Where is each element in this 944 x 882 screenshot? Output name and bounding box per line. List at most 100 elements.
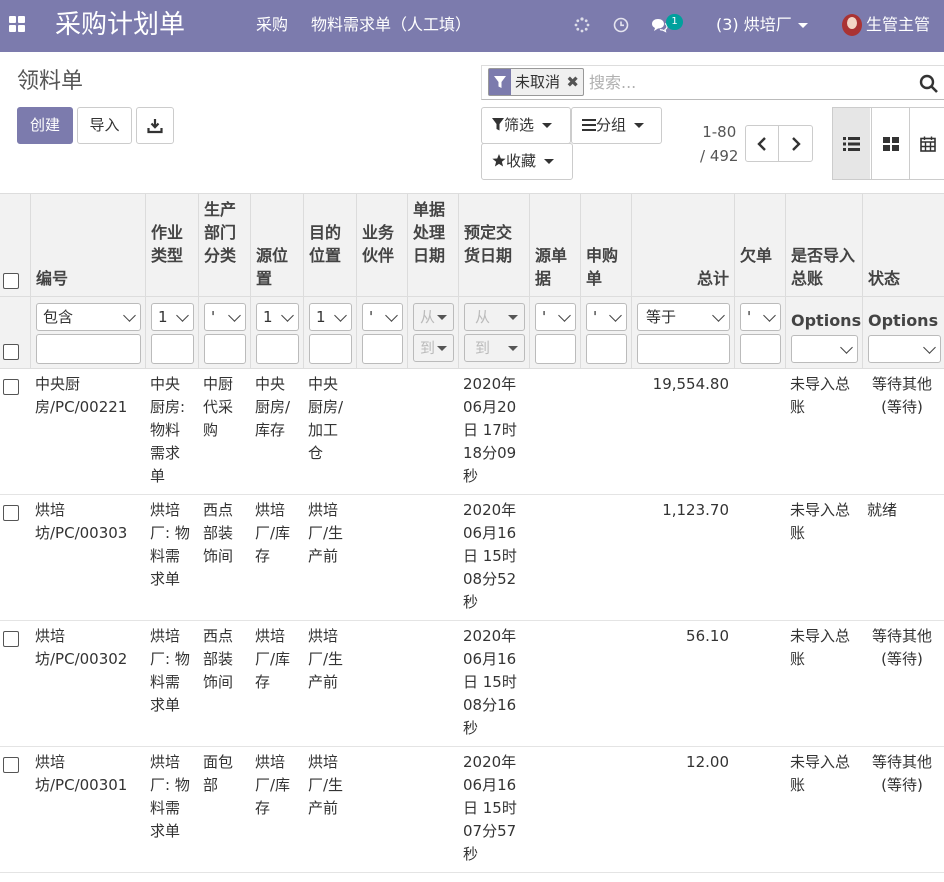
search-facet[interactable]: 未取消 ✖ [488,68,584,96]
pager-next-button[interactable] [778,125,813,162]
filters-dropdown[interactable]: 筛选 [481,107,571,144]
favorites-dropdown[interactable]: 收藏 [481,143,573,180]
filter-src-loc-operator[interactable]: 1 [256,303,299,331]
col-header-process-date[interactable]: 单据 处理 日期 [407,194,458,296]
filter-backorder-operator[interactable]: ' [740,303,781,331]
table-row[interactable]: 烘培 坊/PC/00303 烘培 厂: 物料需 求单 西点 部装 饰间 烘培 厂/库存 烘培… [0,495,944,621]
cell-line: 部装 [203,524,234,542]
cell-code-line: 中央厨 [35,375,81,393]
col-header-src-loc[interactable]: 源位 置 [250,194,303,296]
groupby-dropdown[interactable]: 分组 [571,107,662,144]
calendar-view-button[interactable] [909,108,944,179]
filter-process-date-from[interactable]: 从 [413,303,454,331]
filter-dept-input[interactable] [204,334,246,364]
cell-line: 厂/生 [308,524,344,542]
filter-dest-loc-operator[interactable]: 1 [309,303,352,331]
table-row[interactable]: 中央厨 房/PC/00221 中央 厨房: 物料 需求单 中厨 代采购 中央 厨房/库存 中… [0,369,944,495]
download-button[interactable] [136,107,174,144]
filter-delivery-date-to[interactable]: 到 [464,334,525,362]
row-checkbox[interactable] [3,505,19,521]
pager-value[interactable]: 1-80 / 492 [700,120,738,168]
col-header-dest-loc[interactable]: 目的 位置 [303,194,356,296]
col-header-purchase-req[interactable]: 申购 单 [580,194,631,296]
filter-backorder-input[interactable] [740,334,781,364]
table-row[interactable]: 烘培 坊/PC/00301 烘培 厂: 物料需 求单 面包部 烘培 厂/库存 烘培 厂/生… [0,747,944,873]
create-button[interactable]: 创建 [17,107,73,144]
filter-dest-loc-input[interactable] [309,334,352,364]
col-header-purchase-req-line: 单 [586,269,603,288]
search-input[interactable]: 搜索... [589,73,636,93]
company-switcher[interactable]: (3) 烘培厂 [716,15,808,35]
col-header-dept[interactable]: 生产 部门 分类 [198,194,250,296]
col-header-backorder[interactable]: 欠单 [734,194,785,296]
col-header-dept-line: 生产 [204,200,237,219]
row-checkbox[interactable] [3,379,19,395]
filter-purchase-req-input[interactable] [586,334,627,364]
cell-line: 烘培 [308,501,339,519]
cell-code-line: 坊/PC/00302 [35,650,128,668]
col-header-code-label: 编号 [36,269,69,288]
row-checkbox[interactable] [3,631,19,647]
row-checkbox[interactable] [3,757,19,773]
filter-total-operator[interactable]: 等于 [637,303,730,331]
caret-down-icon [437,346,447,351]
cell-line: 料需 [150,547,181,565]
cell-dest-loc: 烘培 厂/生 产前 [303,495,356,620]
activity-spinner-icon[interactable] [574,17,590,33]
filter-total-input[interactable] [637,334,730,364]
remove-facet-icon[interactable]: ✖ [566,73,579,91]
col-header-delivery-date[interactable]: 预定交 货日期 [458,194,529,296]
col-header-op-type[interactable]: 作业 类型 [145,194,198,296]
select-all-cell [0,194,30,296]
kanban-view-button[interactable] [871,108,908,179]
col-header-total[interactable]: 总计 [631,194,734,296]
import-button[interactable]: 导入 [77,107,132,144]
cell-line: 需求 [150,444,181,462]
menu-material-request[interactable]: 物料需求单（人工填） [311,15,471,35]
cell-dept: 西点 部装 饰间 [198,621,250,746]
filter-partner-input[interactable] [362,334,403,364]
cell-line: 部装 [203,650,234,668]
filter-process-date-to[interactable]: 到 [413,334,454,362]
user-name[interactable]: 生管主管 [866,15,930,35]
col-header-state[interactable]: 状态 [862,194,944,296]
cell-code-line: 房/PC/00221 [35,398,128,416]
filter-partner-operator[interactable]: ' [362,303,403,331]
cell-dept: 中厨 代采购 [198,369,250,494]
filter-op-type-input[interactable] [151,334,194,364]
filter-ledger-select[interactable] [791,335,858,363]
filter-purchase-req: ' [580,297,631,368]
caret-down-icon [544,159,555,164]
chevron-down-icon [763,309,776,322]
clock-icon[interactable] [613,17,629,33]
apps-menu-icon[interactable] [9,16,27,34]
col-header-partner[interactable]: 业务 伙伴 [356,194,407,296]
select-all-checkbox[interactable] [3,273,19,289]
filter-purchase-req-operator[interactable]: ' [586,303,627,331]
cell-line: 07分57 [463,822,517,840]
cell-line: 西点 [203,627,234,645]
menu-purchase[interactable]: 采购 [256,15,288,35]
pager-previous-button[interactable] [745,125,779,162]
user-avatar[interactable] [842,14,862,36]
filter-op-type-operator[interactable]: 1 [151,303,194,331]
filter-src-loc-input[interactable] [256,334,299,364]
search-icon[interactable] [919,74,939,94]
filter-purchase-req-operator-value: ' [593,308,598,326]
col-header-ledger[interactable]: 是否导入 总账 [785,194,862,296]
filter-process-date: 从 到 [407,297,458,368]
filter-state-select[interactable] [868,335,941,363]
filter-src-doc-input[interactable] [535,334,576,364]
filter-code-input[interactable] [36,334,141,364]
col-header-src-doc[interactable]: 源单 据 [529,194,580,296]
table-row[interactable]: 烘培 坊/PC/00302 烘培 厂: 物料需 求单 西点 部装 饰间 烘培 厂/库存 烘培… [0,621,944,747]
filter-code-operator[interactable]: 包含 [36,303,141,331]
filter-row-checkbox[interactable] [3,344,19,360]
list-view-button[interactable] [833,108,870,179]
filter-src-doc-operator[interactable]: ' [535,303,576,331]
filter-backorder-operator-value: ' [747,308,752,326]
caret-down-icon [437,315,447,320]
col-header-code[interactable]: 编号 [30,194,145,296]
filter-delivery-date-from[interactable]: 从 [464,303,525,331]
filter-dept-operator[interactable]: ' [204,303,246,331]
